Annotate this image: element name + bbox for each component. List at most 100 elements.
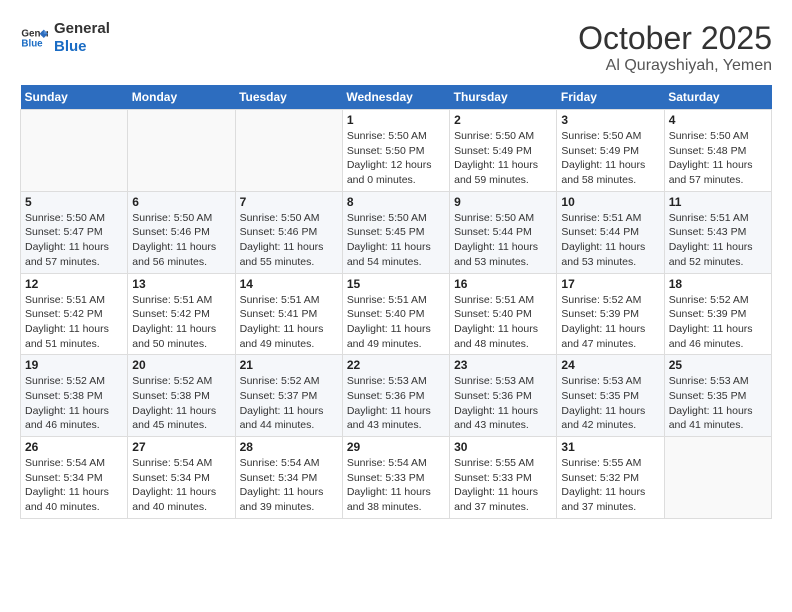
day-info: Sunrise: 5:51 AM Sunset: 5:43 PM Dayligh… bbox=[669, 211, 767, 270]
day-number: 16 bbox=[454, 277, 552, 291]
day-number: 24 bbox=[561, 358, 659, 372]
day-info: Sunrise: 5:51 AM Sunset: 5:40 PM Dayligh… bbox=[347, 293, 445, 352]
calendar-cell: 4 Sunrise: 5:50 AM Sunset: 5:48 PM Daylig… bbox=[664, 110, 771, 192]
calendar-cell: 30Sunrise: 5:55 AM Sunset: 5:33 PM Dayli… bbox=[450, 437, 557, 519]
day-info: Sunrise: 5:51 AM Sunset: 5:41 PM Dayligh… bbox=[240, 293, 338, 352]
day-info: Sunrise: 5:51 AM Sunset: 5:44 PM Dayligh… bbox=[561, 211, 659, 270]
calendar-cell: 5Sunrise: 5:50 AM Sunset: 5:47 PM Daylig… bbox=[21, 191, 128, 273]
day-info: Sunrise: 5:53 AM Sunset: 5:35 PM Dayligh… bbox=[561, 374, 659, 433]
calendar-cell: 20Sunrise: 5:52 AM Sunset: 5:38 PM Dayli… bbox=[128, 355, 235, 437]
svg-text:Blue: Blue bbox=[21, 38, 43, 49]
calendar-cell: 24 Sunrise: 5:53 AM Sunset: 5:35 PM Dayli… bbox=[557, 355, 664, 437]
day-number: 1 bbox=[347, 113, 445, 127]
day-number: 23 bbox=[454, 358, 552, 372]
calendar-cell bbox=[128, 110, 235, 192]
day-info: Sunrise: 5:55 AM Sunset: 5:32 PM Dayligh… bbox=[561, 456, 659, 515]
calendar-cell: 1 Sunrise: 5:50 AM Sunset: 5:50 PM Daylig… bbox=[342, 110, 449, 192]
day-number: 18 bbox=[669, 277, 767, 291]
day-number: 12 bbox=[25, 277, 123, 291]
calendar-cell: 25 Sunrise: 5:53 AM Sunset: 5:35 PM Dayli… bbox=[664, 355, 771, 437]
calendar-header-friday: Friday bbox=[557, 85, 664, 110]
day-number: 19 bbox=[25, 358, 123, 372]
day-number: 4 bbox=[669, 113, 767, 127]
calendar-cell: 23Sunrise: 5:53 AM Sunset: 5:36 PM Dayli… bbox=[450, 355, 557, 437]
day-info: Sunrise: 5:50 AM Sunset: 5:49 PM Dayligh… bbox=[561, 129, 659, 188]
calendar-header-row: SundayMondayTuesdayWednesdayThursdayFrid… bbox=[21, 85, 772, 110]
logo: General Blue General Blue bbox=[20, 20, 110, 56]
calendar-cell bbox=[21, 110, 128, 192]
day-number: 11 bbox=[669, 195, 767, 209]
day-info: Sunrise: 5:54 AM Sunset: 5:34 PM Dayligh… bbox=[240, 456, 338, 515]
day-number: 15 bbox=[347, 277, 445, 291]
calendar-cell: 12 Sunrise: 5:51 AM Sunset: 5:42 PM Dayli… bbox=[21, 273, 128, 355]
day-number: 21 bbox=[240, 358, 338, 372]
calendar-cell: 21Sunrise: 5:52 AM Sunset: 5:37 PM Dayli… bbox=[235, 355, 342, 437]
calendar-cell: 6Sunrise: 5:50 AM Sunset: 5:46 PM Daylig… bbox=[128, 191, 235, 273]
day-number: 13 bbox=[132, 277, 230, 291]
calendar-cell: 13Sunrise: 5:51 AM Sunset: 5:42 PM Dayli… bbox=[128, 273, 235, 355]
calendar-cell bbox=[664, 437, 771, 519]
calendar-cell: 15 Sunrise: 5:51 AM Sunset: 5:40 PM Dayli… bbox=[342, 273, 449, 355]
day-info: Sunrise: 5:50 AM Sunset: 5:50 PM Dayligh… bbox=[347, 129, 445, 188]
calendar-cell: 27 Sunrise: 5:54 AM Sunset: 5:34 PM Dayli… bbox=[128, 437, 235, 519]
day-number: 7 bbox=[240, 195, 338, 209]
logo-text-blue: Blue bbox=[54, 38, 110, 56]
calendar-header-monday: Monday bbox=[128, 85, 235, 110]
day-info: Sunrise: 5:50 AM Sunset: 5:46 PM Dayligh… bbox=[240, 211, 338, 270]
calendar-cell: 17 Sunrise: 5:52 AM Sunset: 5:39 PM Dayli… bbox=[557, 273, 664, 355]
day-number: 17 bbox=[561, 277, 659, 291]
month-title: October 2025 bbox=[578, 20, 772, 57]
calendar-cell: 26Sunrise: 5:54 AM Sunset: 5:34 PM Dayli… bbox=[21, 437, 128, 519]
calendar-cell: 31 Sunrise: 5:55 AM Sunset: 5:32 PM Dayli… bbox=[557, 437, 664, 519]
page-container: General Blue General Blue October 2025 A… bbox=[0, 0, 792, 529]
day-number: 31 bbox=[561, 440, 659, 454]
calendar-cell: 28 Sunrise: 5:54 AM Sunset: 5:34 PM Dayli… bbox=[235, 437, 342, 519]
day-number: 27 bbox=[132, 440, 230, 454]
day-info: Sunrise: 5:54 AM Sunset: 5:34 PM Dayligh… bbox=[132, 456, 230, 515]
calendar-week-row: 1 Sunrise: 5:50 AM Sunset: 5:50 PM Daylig… bbox=[21, 110, 772, 192]
calendar-cell bbox=[235, 110, 342, 192]
day-number: 30 bbox=[454, 440, 552, 454]
day-number: 14 bbox=[240, 277, 338, 291]
logo-text-general: General bbox=[54, 20, 110, 38]
calendar-cell: 29Sunrise: 5:54 AM Sunset: 5:33 PM Dayli… bbox=[342, 437, 449, 519]
day-info: Sunrise: 5:50 AM Sunset: 5:48 PM Dayligh… bbox=[669, 129, 767, 188]
calendar-header-tuesday: Tuesday bbox=[235, 85, 342, 110]
day-number: 8 bbox=[347, 195, 445, 209]
calendar-cell: 11 Sunrise: 5:51 AM Sunset: 5:43 PM Dayli… bbox=[664, 191, 771, 273]
day-info: Sunrise: 5:50 AM Sunset: 5:47 PM Dayligh… bbox=[25, 211, 123, 270]
calendar-cell: 7 Sunrise: 5:50 AM Sunset: 5:46 PM Daylig… bbox=[235, 191, 342, 273]
calendar-cell: 18Sunrise: 5:52 AM Sunset: 5:39 PM Dayli… bbox=[664, 273, 771, 355]
day-info: Sunrise: 5:53 AM Sunset: 5:35 PM Dayligh… bbox=[669, 374, 767, 433]
calendar-week-row: 12 Sunrise: 5:51 AM Sunset: 5:42 PM Dayli… bbox=[21, 273, 772, 355]
calendar-header-thursday: Thursday bbox=[450, 85, 557, 110]
day-info: Sunrise: 5:53 AM Sunset: 5:36 PM Dayligh… bbox=[347, 374, 445, 433]
day-info: Sunrise: 5:54 AM Sunset: 5:34 PM Dayligh… bbox=[25, 456, 123, 515]
day-info: Sunrise: 5:50 AM Sunset: 5:45 PM Dayligh… bbox=[347, 211, 445, 270]
calendar-header-sunday: Sunday bbox=[21, 85, 128, 110]
calendar-week-row: 19 Sunrise: 5:52 AM Sunset: 5:38 PM Dayli… bbox=[21, 355, 772, 437]
calendar-cell: 9 Sunrise: 5:50 AM Sunset: 5:44 PM Daylig… bbox=[450, 191, 557, 273]
day-info: Sunrise: 5:52 AM Sunset: 5:38 PM Dayligh… bbox=[132, 374, 230, 433]
calendar-header-saturday: Saturday bbox=[664, 85, 771, 110]
calendar-cell: 10 Sunrise: 5:51 AM Sunset: 5:44 PM Dayli… bbox=[557, 191, 664, 273]
day-info: Sunrise: 5:51 AM Sunset: 5:40 PM Dayligh… bbox=[454, 293, 552, 352]
day-info: Sunrise: 5:51 AM Sunset: 5:42 PM Dayligh… bbox=[25, 293, 123, 352]
calendar-table: SundayMondayTuesdayWednesdayThursdayFrid… bbox=[20, 85, 772, 519]
calendar-week-row: 26Sunrise: 5:54 AM Sunset: 5:34 PM Dayli… bbox=[21, 437, 772, 519]
day-number: 9 bbox=[454, 195, 552, 209]
day-info: Sunrise: 5:50 AM Sunset: 5:44 PM Dayligh… bbox=[454, 211, 552, 270]
calendar-cell: 8 Sunrise: 5:50 AM Sunset: 5:45 PM Daylig… bbox=[342, 191, 449, 273]
calendar-cell: 14 Sunrise: 5:51 AM Sunset: 5:41 PM Dayli… bbox=[235, 273, 342, 355]
day-info: Sunrise: 5:50 AM Sunset: 5:49 PM Dayligh… bbox=[454, 129, 552, 188]
day-number: 6 bbox=[132, 195, 230, 209]
day-number: 10 bbox=[561, 195, 659, 209]
day-number: 25 bbox=[669, 358, 767, 372]
calendar-cell: 16 Sunrise: 5:51 AM Sunset: 5:40 PM Dayli… bbox=[450, 273, 557, 355]
calendar-week-row: 5Sunrise: 5:50 AM Sunset: 5:47 PM Daylig… bbox=[21, 191, 772, 273]
calendar-header-wednesday: Wednesday bbox=[342, 85, 449, 110]
day-info: Sunrise: 5:52 AM Sunset: 5:39 PM Dayligh… bbox=[561, 293, 659, 352]
day-number: 29 bbox=[347, 440, 445, 454]
day-number: 28 bbox=[240, 440, 338, 454]
logo-icon: General Blue bbox=[20, 24, 48, 52]
